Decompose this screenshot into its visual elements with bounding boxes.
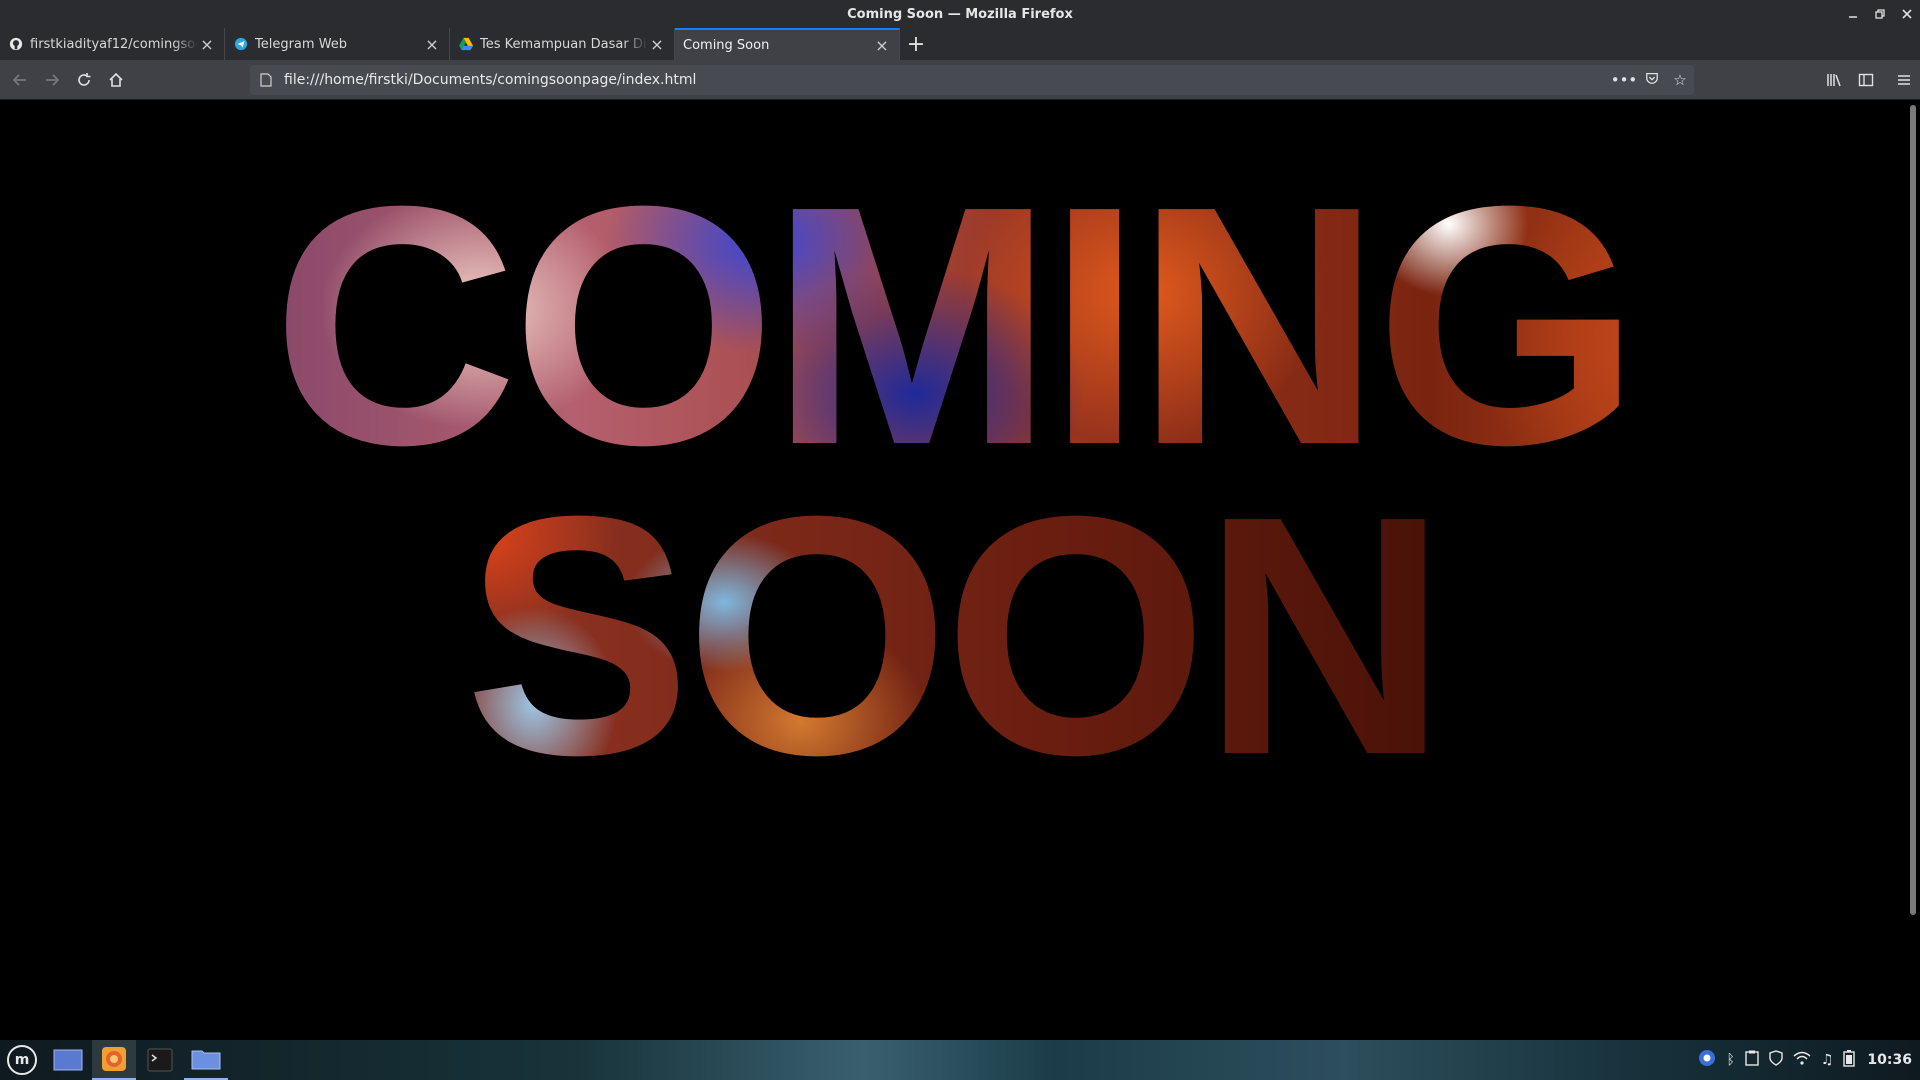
show-desktop-icon	[53, 1049, 83, 1071]
file-manager-taskbar-button[interactable]	[184, 1040, 228, 1080]
shield-icon[interactable]	[1769, 1050, 1783, 1070]
toolbar-right	[1818, 64, 1920, 96]
wifi-icon[interactable]	[1793, 1051, 1811, 1069]
library-icon	[1827, 74, 1841, 87]
tab-strip: firstkiadityaf12/comingsoo × Telegram We…	[0, 28, 1920, 60]
scrollbar-thumb[interactable]	[1910, 105, 1916, 915]
close-window-button[interactable]	[1893, 0, 1920, 28]
mint-menu-button[interactable]: m	[0, 1040, 44, 1080]
taskbar: m ᛒ ♫ 10:36	[0, 1040, 1920, 1080]
sidebar-button[interactable]	[1850, 64, 1882, 96]
minimize-icon	[1848, 16, 1857, 18]
system-tray: ᛒ ♫ 10:36	[1688, 1040, 1912, 1080]
reload-button[interactable]	[68, 64, 100, 96]
pocket-icon[interactable]	[1638, 71, 1666, 89]
firefox-icon	[102, 1047, 126, 1071]
bookmark-star-icon[interactable]: ☆	[1666, 71, 1694, 89]
mint-menu-icon: m	[7, 1045, 37, 1075]
home-button[interactable]	[100, 64, 132, 96]
terminal-icon	[147, 1048, 173, 1072]
arrow-right-icon	[46, 73, 60, 86]
clipboard-icon[interactable]	[1745, 1050, 1759, 1070]
close-icon[interactable]: ×	[873, 36, 891, 55]
hamburger-menu-icon	[1898, 75, 1910, 85]
restore-icon	[1874, 9, 1885, 19]
tab-google-drive[interactable]: Tes Kemampuan Dasar Digi ×	[450, 28, 675, 60]
close-icon[interactable]: ×	[648, 35, 666, 54]
close-icon[interactable]: ×	[198, 35, 216, 54]
firefox-taskbar-button[interactable]	[92, 1040, 136, 1080]
soon-heading: SOON	[0, 466, 1906, 806]
menu-button[interactable]	[1888, 64, 1920, 96]
google-drive-icon	[458, 36, 474, 52]
reload-icon	[78, 72, 91, 86]
bluetooth-icon[interactable]: ᛒ	[1726, 1052, 1734, 1068]
telegram-icon	[233, 36, 249, 52]
tab-coming-soon[interactable]: Coming Soon ×	[675, 28, 900, 60]
url-text[interactable]: file:///home/firstki/Documents/comingsoo…	[284, 72, 1610, 88]
vertical-scrollbar[interactable]	[1906, 101, 1920, 1039]
forward-button[interactable]	[36, 64, 68, 96]
page-icon	[258, 72, 274, 88]
library-button[interactable]	[1818, 64, 1850, 96]
tab-label: Telegram Web	[255, 36, 348, 52]
window-controls	[1839, 0, 1920, 28]
clock[interactable]: 10:36	[1867, 1052, 1912, 1068]
tab-label: firstkiadityaf12/comingsoo	[30, 36, 198, 52]
page-actions-icon[interactable]: •••	[1610, 71, 1638, 89]
title-bar: Coming Soon — Mozilla Firefox	[0, 0, 1920, 28]
coming-heading: COMING	[0, 156, 1906, 496]
terminal-taskbar-button[interactable]	[138, 1040, 182, 1080]
tab-label: Tes Kemampuan Dasar Digi	[480, 36, 648, 52]
new-tab-button[interactable]: +	[900, 28, 932, 60]
url-actions: ••• ☆	[1610, 71, 1694, 89]
show-desktop-button[interactable]	[46, 1040, 90, 1080]
url-bar[interactable]: file:///home/firstki/Documents/comingsoo…	[250, 65, 1694, 95]
back-button[interactable]	[4, 64, 36, 96]
sidebar-icon	[1858, 73, 1874, 87]
navigation-bar: file:///home/firstki/Documents/comingsoo…	[0, 60, 1920, 100]
chrome-icon[interactable]	[1698, 1049, 1716, 1071]
restore-button[interactable]	[1866, 0, 1893, 28]
tab-telegram[interactable]: Telegram Web ×	[225, 28, 450, 60]
plus-icon: +	[906, 31, 926, 57]
minimize-button[interactable]	[1839, 0, 1866, 28]
page-content: COMING SOON	[0, 101, 1906, 1039]
battery-icon[interactable]	[1843, 1049, 1856, 1071]
tab-github[interactable]: firstkiadityaf12/comingsoo ×	[0, 28, 225, 60]
window-title: Coming Soon — Mozilla Firefox	[847, 6, 1073, 22]
home-icon	[109, 72, 123, 87]
sound-icon[interactable]: ♫	[1821, 1052, 1834, 1068]
close-icon	[1901, 9, 1912, 19]
tab-label: Coming Soon	[683, 37, 770, 53]
github-icon	[8, 36, 24, 52]
arrow-left-icon	[12, 73, 26, 86]
file-manager-icon	[191, 1050, 221, 1070]
close-icon[interactable]: ×	[423, 35, 441, 54]
